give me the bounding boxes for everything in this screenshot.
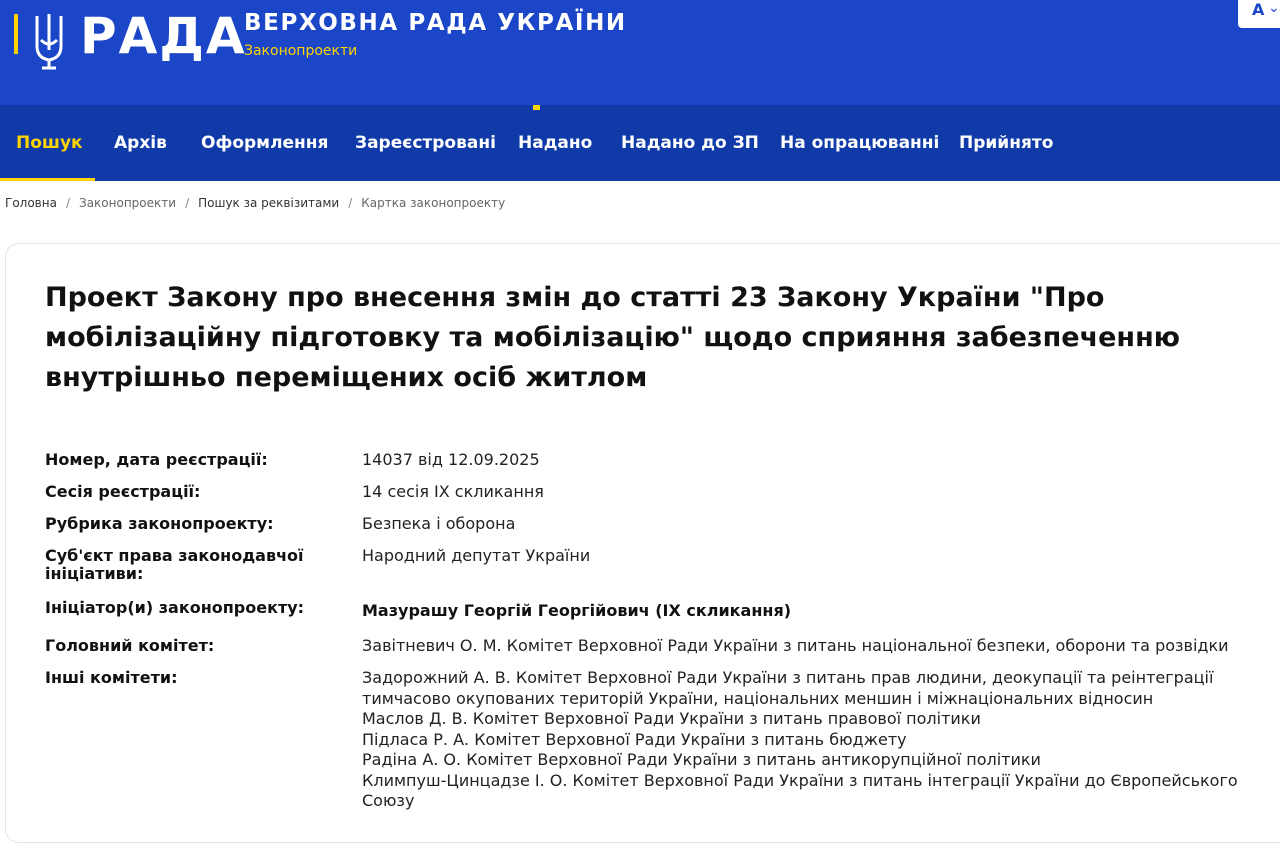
nav-item-submitted-to-zp[interactable]: Надано до ЗП — [621, 133, 759, 153]
site-header: РАДА ВЕРХОВНА РАДА УКРАЇНИ Законопроекти… — [0, 0, 1280, 105]
chevron-down-icon: ⌄ — [1268, 0, 1280, 16]
site-logo[interactable]: РАДА — [80, 6, 247, 66]
field-value-rubric: Безпека і оборона — [362, 514, 516, 533]
site-subtitle[interactable]: Законопроекти — [244, 43, 357, 59]
nav-marker — [533, 105, 540, 110]
nav-item-adopted[interactable]: Прийнято — [959, 133, 1053, 153]
field-value-session: 14 сесія IX скликання — [362, 482, 544, 501]
language-switcher[interactable]: A ⌄ — [1238, 0, 1280, 28]
committee-line: Задорожний А. В. Комітет Верховної Ради … — [362, 668, 1214, 687]
breadcrumb-separator: / — [65, 196, 70, 210]
main-navigation: Пошук Архів Оформлення Зареєстровані Над… — [0, 105, 1280, 181]
field-label-initiators: Ініціатор(и) законопроекту: — [45, 598, 305, 617]
committee-line: Підласа Р. А. Комітет Верховної Ради Укр… — [362, 729, 907, 749]
field-value-number-date: 14037 від 12.09.2025 — [362, 450, 540, 469]
committee-line: Маслов Д. В. Комітет Верховної Ради Укра… — [362, 709, 981, 728]
committee-line: Климпуш-Цинцадзе І. О. Комітет Верховної… — [362, 770, 1238, 790]
nav-item-submitted[interactable]: Надано — [518, 133, 592, 153]
nav-item-formatting[interactable]: Оформлення — [201, 133, 328, 153]
breadcrumb-separator: / — [348, 196, 353, 210]
field-value-main-committee: Завітневич О. М. Комітет Верховної Ради … — [362, 636, 1229, 655]
field-label-number-date: Номер, дата реєстрації: — [45, 450, 268, 469]
field-label-other-committees: Інші комітети: — [45, 668, 178, 687]
breadcrumb-search-by-details[interactable]: Пошук за реквізитами — [198, 196, 339, 210]
coat-of-arms-icon[interactable] — [14, 12, 70, 70]
nav-item-registered[interactable]: Зареєстровані — [355, 133, 496, 153]
bill-title: Проект Закону про внесення змін до статт… — [45, 282, 1180, 393]
language-label: A — [1252, 0, 1265, 19]
active-tab-underline — [0, 178, 95, 181]
nav-item-in-processing[interactable]: На опрацюванні — [780, 133, 939, 153]
field-value-initiators[interactable]: Мазурашу Георгій Георгійович (IX скликан… — [362, 601, 791, 621]
field-label-rubric: Рубрика законопроекту: — [45, 514, 274, 533]
committee-line: Союзу — [362, 791, 415, 810]
committee-line: тимчасово окупованих територій України, … — [362, 688, 1154, 708]
breadcrumb-bills[interactable]: Законопроекти — [79, 196, 176, 210]
other-committees-list: Задорожний А. В. Комітет Верховної Ради … — [362, 668, 1272, 812]
breadcrumb: Головна / Законопроекти / Пошук за реквізита… — [5, 196, 505, 210]
field-label-initiative-subject: Суб'єкт права законодавчої ініціативи: — [45, 546, 304, 583]
breadcrumb-current: Картка законопроекту — [361, 196, 506, 210]
committee-line: Радіна А. О. Комітет Верховної Ради Укра… — [362, 750, 1041, 769]
nav-item-search[interactable]: Пошук — [16, 133, 83, 153]
nav-item-archive[interactable]: Архів — [114, 133, 167, 153]
site-title[interactable]: ВЕРХОВНА РАДА УКРАЇНИ — [244, 10, 627, 36]
breadcrumb-home[interactable]: Головна — [5, 196, 57, 210]
field-label-session: Сесія реєстрації: — [45, 482, 201, 501]
field-value-initiative-subject: Народний депутат України — [362, 546, 591, 565]
breadcrumb-separator: / — [185, 196, 190, 210]
field-label-main-committee: Головний комітет: — [45, 636, 215, 655]
